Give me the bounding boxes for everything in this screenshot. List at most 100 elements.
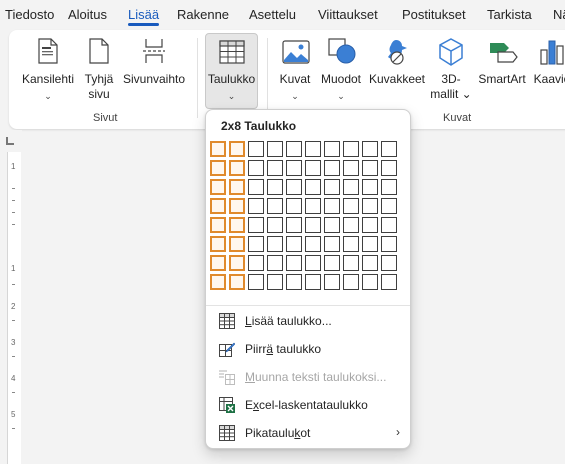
table-grid-cell[interactable]: [248, 141, 264, 157]
table-grid-cell[interactable]: [362, 179, 378, 195]
table-grid-cell[interactable]: [286, 274, 302, 290]
table-grid-cell-selected[interactable]: [210, 255, 226, 271]
table-grid-cell[interactable]: [324, 198, 340, 214]
table-grid-cell[interactable]: [343, 198, 359, 214]
3d-models-button[interactable]: 3D- mallit ⌄: [427, 34, 475, 106]
tab-mailings[interactable]: Postitukset: [402, 7, 466, 22]
table-grid-cell[interactable]: [248, 160, 264, 176]
table-grid-cell[interactable]: [286, 217, 302, 233]
table-grid-cell[interactable]: [362, 160, 378, 176]
table-grid-cell[interactable]: [362, 236, 378, 252]
tab-view[interactable]: Nä: [553, 7, 565, 22]
table-grid-cell[interactable]: [267, 255, 283, 271]
table-grid-cell[interactable]: [305, 198, 321, 214]
table-grid-cell-selected[interactable]: [229, 198, 245, 214]
table-grid-cell[interactable]: [343, 217, 359, 233]
page-break-button[interactable]: Sivunvaihto: [119, 34, 189, 106]
shapes-button[interactable]: Muodot ⌄: [317, 34, 365, 106]
table-grid-cell[interactable]: [286, 255, 302, 271]
table-grid-cell[interactable]: [343, 179, 359, 195]
table-grid-cell[interactable]: [267, 217, 283, 233]
table-grid-cell[interactable]: [286, 179, 302, 195]
table-grid-cell[interactable]: [267, 198, 283, 214]
table-grid-cell[interactable]: [381, 274, 397, 290]
tab-file[interactable]: Tiedosto: [5, 7, 54, 22]
table-grid-cell[interactable]: [343, 255, 359, 271]
table-grid-cell[interactable]: [248, 274, 264, 290]
table-grid-cell-selected[interactable]: [210, 274, 226, 290]
table-grid-cell[interactable]: [248, 179, 264, 195]
table-grid-cell-selected[interactable]: [210, 198, 226, 214]
table-grid-cell-selected[interactable]: [210, 160, 226, 176]
table-grid-cell[interactable]: [381, 236, 397, 252]
table-grid-cell[interactable]: [248, 198, 264, 214]
table-grid-cell[interactable]: [381, 198, 397, 214]
table-grid-cell[interactable]: [267, 236, 283, 252]
table-grid-cell-selected[interactable]: [210, 141, 226, 157]
table-grid-cell[interactable]: [324, 141, 340, 157]
table-grid-cell-selected[interactable]: [210, 236, 226, 252]
table-grid-cell-selected[interactable]: [229, 179, 245, 195]
table-grid-cell[interactable]: [343, 160, 359, 176]
tab-references[interactable]: Viittaukset: [318, 7, 378, 22]
blank-page-button[interactable]: Tyhjä sivu: [81, 34, 117, 106]
menu-item-convert-text-to-table[interactable]: Muunna teksti taulukoksi...: [206, 363, 410, 391]
table-grid-cell[interactable]: [248, 236, 264, 252]
pictures-button[interactable]: Kuvat ⌄: [275, 34, 315, 106]
table-grid-cell[interactable]: [305, 217, 321, 233]
tab-home[interactable]: Aloitus: [68, 7, 107, 22]
table-grid-cell[interactable]: [343, 141, 359, 157]
table-grid-cell[interactable]: [248, 217, 264, 233]
table-grid-cell[interactable]: [362, 255, 378, 271]
table-grid-cell[interactable]: [286, 141, 302, 157]
table-grid-cell[interactable]: [324, 217, 340, 233]
table-grid-cell[interactable]: [305, 274, 321, 290]
table-grid-cell[interactable]: [305, 236, 321, 252]
table-grid-cell[interactable]: [286, 198, 302, 214]
table-grid-cell[interactable]: [362, 141, 378, 157]
table-grid-cell[interactable]: [305, 160, 321, 176]
table-grid-cell[interactable]: [305, 255, 321, 271]
table-grid-cell-selected[interactable]: [210, 179, 226, 195]
table-button[interactable]: Taulukko ⌄: [205, 33, 258, 109]
table-grid-cell[interactable]: [267, 141, 283, 157]
table-grid-cell[interactable]: [381, 141, 397, 157]
tab-review[interactable]: Tarkista: [487, 7, 532, 22]
table-grid-cell[interactable]: [343, 236, 359, 252]
table-grid-cell[interactable]: [286, 160, 302, 176]
table-grid-cell[interactable]: [362, 198, 378, 214]
table-grid-cell[interactable]: [343, 274, 359, 290]
table-grid-cell[interactable]: [267, 274, 283, 290]
table-grid-cell[interactable]: [362, 274, 378, 290]
menu-item-draw-table[interactable]: Piirrä taulukko: [206, 335, 410, 363]
chart-button[interactable]: Kaavio: [530, 34, 565, 106]
table-grid-cell-selected[interactable]: [210, 217, 226, 233]
smartart-button[interactable]: SmartArt: [477, 34, 527, 106]
table-grid-cell[interactable]: [286, 236, 302, 252]
tab-design[interactable]: Rakenne: [177, 7, 229, 22]
table-grid-cell[interactable]: [381, 179, 397, 195]
table-grid-cell[interactable]: [248, 255, 264, 271]
table-grid-cell-selected[interactable]: [229, 160, 245, 176]
tab-layout[interactable]: Asettelu: [249, 7, 296, 22]
table-grid-cell[interactable]: [305, 179, 321, 195]
cover-page-button[interactable]: Kansilehti ⌄: [15, 34, 81, 106]
table-grid-cell-selected[interactable]: [229, 255, 245, 271]
tab-selector-icon[interactable]: [6, 137, 14, 145]
table-grid-cell-selected[interactable]: [229, 217, 245, 233]
icons-button[interactable]: Kuvakkeet: [368, 34, 426, 106]
table-grid-cell-selected[interactable]: [229, 274, 245, 290]
menu-item-insert-table[interactable]: Lisää taulukko...: [206, 307, 410, 335]
menu-item-quick-tables[interactable]: Pikataulukot ›: [206, 419, 410, 447]
tab-insert[interactable]: Lisää: [128, 7, 160, 26]
vertical-ruler[interactable]: 1 1 2 3 4 5: [7, 152, 21, 464]
table-grid-cell-selected[interactable]: [229, 141, 245, 157]
table-grid-cell[interactable]: [324, 236, 340, 252]
table-grid-cell[interactable]: [324, 160, 340, 176]
table-grid-cell[interactable]: [381, 255, 397, 271]
table-grid-cell-selected[interactable]: [229, 236, 245, 252]
table-grid-cell[interactable]: [267, 160, 283, 176]
table-grid-cell[interactable]: [305, 141, 321, 157]
table-grid-cell[interactable]: [362, 217, 378, 233]
table-grid-cell[interactable]: [324, 274, 340, 290]
